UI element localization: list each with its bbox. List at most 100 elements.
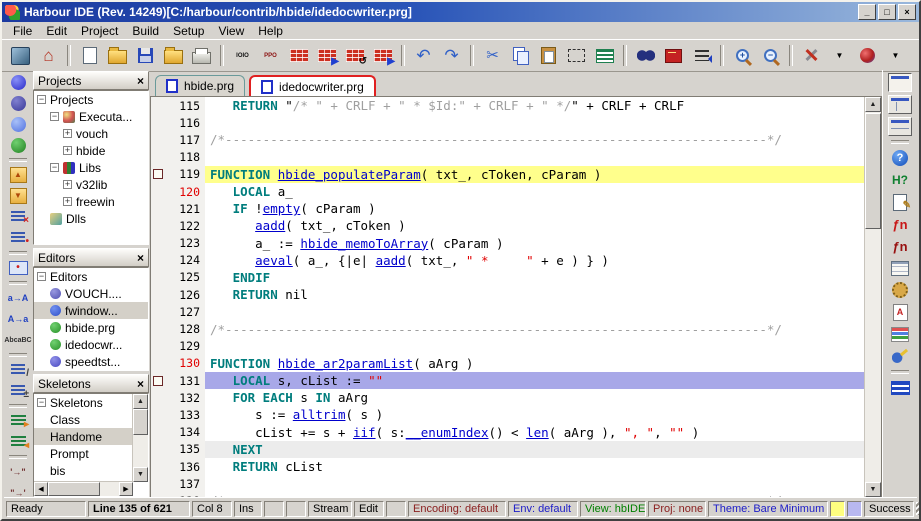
build-icon[interactable]: ▶ [313, 43, 340, 68]
editor-tab-lightblue-icon[interactable] [6, 114, 30, 134]
tree-item-hbide-prg[interactable]: hbide.prg [34, 319, 148, 336]
build-launch-icon[interactable]: ▶ [369, 43, 396, 68]
redo-icon[interactable]: ↷ [438, 43, 465, 68]
code-line[interactable]: 130FUNCTION hbide_ar2paramList( aArg ) [151, 355, 864, 372]
editor-tab-blue-icon[interactable] [6, 72, 30, 92]
skeletons-panel-header[interactable]: Skeletons × [33, 374, 149, 393]
scroll-right-icon[interactable]: ▶ [119, 482, 133, 496]
tree-item-idedocwr-[interactable]: idedocwr... [34, 336, 148, 353]
code-text[interactable]: /*--------------------------------------… [205, 131, 864, 148]
scrollbar-thumb[interactable] [133, 409, 148, 435]
tree-item-vouch-[interactable]: VOUCH.... [34, 285, 148, 302]
open-file-icon[interactable] [104, 43, 131, 68]
code-text[interactable]: RETURN "/* " + CRLF + " * $Id:" + CRLF +… [205, 97, 864, 114]
minimize-button[interactable]: _ [858, 4, 876, 20]
tree-item-prompt[interactable]: Prompt [34, 445, 133, 462]
scrollbar-thumb[interactable] [865, 113, 881, 229]
code-text[interactable]: aeval( a_, {|e| aadd( txt_, " * " + e ) … [205, 252, 864, 269]
code-line[interactable]: 125 ENDIF [151, 269, 864, 286]
scroll-up-icon[interactable]: ▲ [133, 394, 148, 409]
uppercase-icon[interactable]: a→A [6, 288, 30, 308]
code-text[interactable] [205, 114, 864, 131]
code-text[interactable]: RETURN cList [205, 458, 864, 475]
layout-split-v-icon[interactable] [888, 116, 912, 136]
zoom-in-icon[interactable]: + [729, 43, 756, 68]
code-line[interactable]: 127 [151, 303, 864, 320]
code-text[interactable]: NEXT [205, 441, 864, 458]
code-text[interactable]: FUNCTION hbide_populateParam( txt_, cTok… [205, 166, 864, 183]
cut-icon[interactable]: ✂ [479, 43, 506, 68]
code-text[interactable]: LOCAL a_ [205, 183, 864, 200]
revert-icon[interactable] [160, 43, 187, 68]
code-line[interactable]: 123 a_ := hbide_memoToArray( cParam ) [151, 235, 864, 252]
code-text[interactable]: aadd( txt_, cToken ) [205, 217, 864, 234]
undo-icon[interactable]: ↶ [410, 43, 437, 68]
scroll-left-icon[interactable]: ◀ [34, 482, 48, 496]
code-line[interactable]: 136 RETURN cList [151, 458, 864, 475]
expand-icon[interactable]: + [63, 129, 72, 138]
code-line[interactable]: 134 cList += s + iif( s:__enumIndex() < … [151, 424, 864, 441]
code-line[interactable]: 129 [151, 338, 864, 355]
code-line[interactable]: 128/*-----------------------------------… [151, 320, 864, 337]
theme-sphere-icon[interactable] [854, 43, 881, 68]
code-line[interactable]: 121 IF !empty( cParam ) [151, 200, 864, 217]
tree-item-fwindow-[interactable]: fwindow... [34, 302, 148, 319]
collapse-icon[interactable]: − [37, 398, 46, 407]
function-local-icon[interactable]: ƒn [888, 236, 912, 256]
scrollbar-thumb[interactable] [48, 482, 100, 496]
stream-comment-icon[interactable]: / [6, 360, 30, 380]
tree-item-libs[interactable]: −Libs [34, 159, 148, 176]
indent-left-icon[interactable]: ◂ [6, 432, 30, 452]
close-icon[interactable]: × [137, 252, 144, 264]
menu-item-edit[interactable]: Edit [39, 23, 74, 39]
goto-line-icon[interactable] [688, 43, 715, 68]
code-text[interactable]: cList += s + iif( s:__enumIndex() < len(… [205, 424, 864, 441]
line-comment-icon[interactable]: ± [6, 381, 30, 401]
tree-item-speedtst-[interactable]: speedtst... [34, 353, 148, 370]
tools-icon[interactable] [798, 43, 825, 68]
function-list-icon[interactable]: ƒn [888, 214, 912, 234]
code-text[interactable]: IF !empty( cParam ) [205, 200, 864, 217]
code-line[interactable]: 115 RETURN "/* " + CRLF + " * $Id:" + CR… [151, 97, 864, 114]
paste-icon[interactable] [535, 43, 562, 68]
code-line[interactable]: 122 aadd( txt_, cToken ) [151, 217, 864, 234]
collapse-icon[interactable]: − [37, 95, 46, 104]
editors-panel-header[interactable]: Editors × [33, 248, 149, 267]
collapse-icon[interactable]: − [37, 272, 46, 281]
code-text[interactable]: /*--------------------------------------… [205, 320, 864, 337]
editor-tab-idedocwriter-prg[interactable]: idedocwriter.prg [249, 75, 376, 96]
collapse-icon[interactable]: − [50, 112, 59, 121]
duplicate-line-icon[interactable]: • [6, 228, 30, 248]
code-text[interactable]: FUNCTION hbide_ar2paramList( aArg ) [205, 355, 864, 372]
code-text[interactable]: LOCAL s, cList := "" [205, 372, 864, 389]
projects-panel-header[interactable]: Projects × [33, 71, 149, 90]
tree-item-executa-[interactable]: −Executa... [34, 108, 148, 125]
help-book-icon[interactable] [660, 43, 687, 68]
maximize-button[interactable]: □ [878, 4, 896, 20]
find-icon[interactable] [632, 43, 659, 68]
editor-tab-hbide-prg[interactable]: hbide.prg [155, 75, 245, 96]
exit-icon[interactable] [7, 43, 34, 68]
code-text[interactable]: a_ := hbide_memoToArray( cParam ) [205, 235, 864, 252]
code-line[interactable]: 135 NEXT [151, 441, 864, 458]
lowercase-icon[interactable]: A→a [6, 309, 30, 329]
code-text[interactable] [205, 149, 864, 166]
select-block-icon[interactable] [563, 43, 590, 68]
theme-colors-icon[interactable] [888, 324, 912, 344]
compile-icon[interactable] [285, 43, 312, 68]
tree-item-class[interactable]: Class [34, 411, 133, 428]
code-lines[interactable]: 115 RETURN "/* " + CRLF + " * $Id:" + CR… [151, 97, 864, 497]
code-text[interactable]: ENDIF [205, 269, 864, 286]
editor-tab-navy-icon[interactable] [6, 93, 30, 113]
code-line[interactable]: 137 [151, 475, 864, 492]
find-in-files-icon[interactable] [888, 346, 912, 366]
menu-item-view[interactable]: View [211, 23, 251, 39]
code-text[interactable]: FOR EACH s IN aArg [205, 389, 864, 406]
new-file-icon[interactable] [76, 43, 103, 68]
editor-vertical-scrollbar[interactable]: ▲ ▼ [864, 97, 881, 497]
collapse-icon[interactable]: − [50, 163, 59, 172]
code-line[interactable]: 118 [151, 149, 864, 166]
delete-line-icon[interactable]: × [6, 207, 30, 227]
rebuild-icon[interactable]: ↺ [341, 43, 368, 68]
scroll-down-icon[interactable]: ▼ [865, 482, 881, 497]
